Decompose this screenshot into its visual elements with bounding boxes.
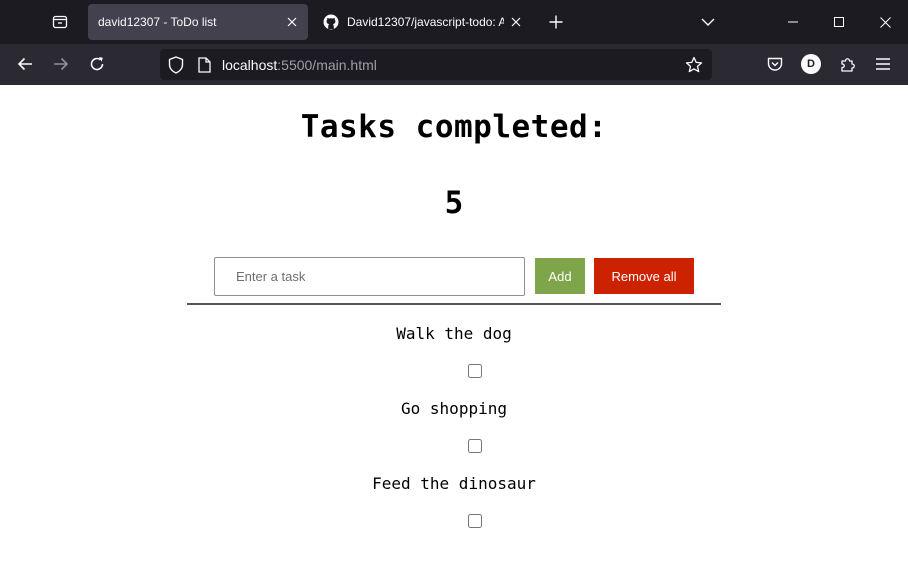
pocket-button[interactable] xyxy=(760,49,790,79)
tab-title: david12307 - ToDo list xyxy=(98,15,217,29)
arrow-right-icon xyxy=(54,57,69,71)
chevron-down-icon xyxy=(701,18,715,26)
task-list: Walk the dog Go shopping Feed the dinosa… xyxy=(0,320,908,545)
close-icon xyxy=(287,17,297,27)
url-host: localhost xyxy=(222,57,278,73)
puzzle-icon xyxy=(841,58,855,72)
page-content: Tasks completed: 5 Add Remove all Walk t… xyxy=(0,85,908,561)
list-all-tabs-button[interactable] xyxy=(694,8,722,36)
tab-title: David12307/javascript-todo: A s xyxy=(347,15,504,29)
url-bar[interactable]: localhost:5500/main.html xyxy=(160,49,712,80)
divider xyxy=(187,303,721,305)
tab-bar: david12307 - ToDo list David12307/javasc… xyxy=(0,0,908,44)
hamburger-menu-icon xyxy=(876,58,890,70)
task-item: Go shopping xyxy=(0,395,908,470)
window-close-button[interactable] xyxy=(862,0,908,44)
forward-button[interactable] xyxy=(46,49,76,79)
task-input[interactable] xyxy=(214,257,525,296)
extensions-button[interactable] xyxy=(833,49,863,79)
url-text[interactable]: localhost:5500/main.html xyxy=(222,57,377,73)
task-item: Feed the dinosaur xyxy=(0,470,908,545)
task-checkbox[interactable] xyxy=(468,364,482,378)
shield-icon[interactable] xyxy=(166,55,186,75)
task-label: Go shopping xyxy=(401,399,507,418)
github-icon xyxy=(323,14,339,30)
tab-github-repo[interactable]: David12307/javascript-todo: A s xyxy=(314,4,532,40)
completed-count: 5 xyxy=(444,185,464,221)
minimize-icon xyxy=(788,21,798,23)
menu-button[interactable] xyxy=(868,49,898,79)
close-icon xyxy=(879,16,891,28)
reload-icon xyxy=(90,57,104,71)
pocket-icon xyxy=(767,57,783,71)
firefox-view-button[interactable] xyxy=(44,6,76,38)
page-icon[interactable] xyxy=(195,55,213,75)
tab-close-button[interactable] xyxy=(504,10,528,34)
account-avatar[interactable]: D xyxy=(801,54,821,74)
task-checkbox[interactable] xyxy=(468,514,482,528)
navigation-toolbar: localhost:5500/main.html D xyxy=(0,44,908,85)
firefox-view-icon xyxy=(52,15,68,29)
new-tab-button[interactable] xyxy=(542,8,570,36)
bookmark-star-icon[interactable] xyxy=(684,55,704,75)
url-path: :5500/main.html xyxy=(277,57,377,73)
close-icon xyxy=(511,17,521,27)
reload-button[interactable] xyxy=(82,49,112,79)
page-title: Tasks completed: xyxy=(300,109,608,145)
maximize-icon xyxy=(834,17,844,27)
tab-todo-list[interactable]: david12307 - ToDo list xyxy=(88,4,308,40)
back-button[interactable] xyxy=(10,49,40,79)
remove-all-button[interactable]: Remove all xyxy=(594,258,694,294)
task-label: Walk the dog xyxy=(396,324,512,343)
arrow-left-icon xyxy=(17,57,32,71)
task-label: Feed the dinosaur xyxy=(372,474,536,493)
task-checkbox[interactable] xyxy=(468,439,482,453)
maximize-button[interactable] xyxy=(816,0,862,44)
task-item: Walk the dog xyxy=(0,320,908,395)
plus-icon xyxy=(549,15,563,29)
tab-close-button[interactable] xyxy=(280,10,304,34)
add-button[interactable]: Add xyxy=(535,258,585,294)
minimize-button[interactable] xyxy=(770,0,816,44)
